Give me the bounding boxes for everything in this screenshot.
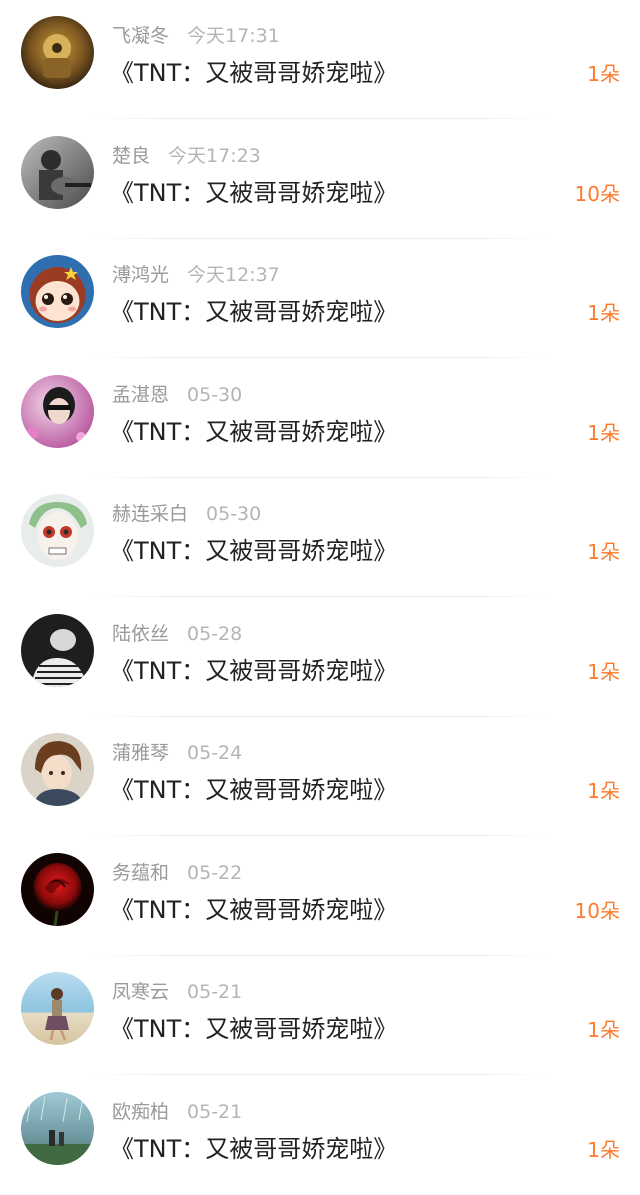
list-item[interactable]: 凤寒云 05-21 《TNT：又被哥哥娇宠啦》 1朵: [0, 956, 640, 1075]
sender-name[interactable]: 务蕴和: [112, 862, 169, 884]
sender-meta: 溥鸿光 今天12:37: [112, 261, 280, 289]
book-title[interactable]: 《TNT：又被哥哥娇宠啦》: [110, 414, 397, 450]
sender-meta: 凤寒云 05-21: [112, 978, 242, 1006]
sender-meta: 孟湛恩 05-30: [112, 381, 242, 409]
sender-name[interactable]: 孟湛恩: [112, 384, 169, 406]
flower-count: 1朵: [587, 62, 620, 86]
sender-name[interactable]: 陆依丝: [112, 623, 169, 645]
list-item[interactable]: 飞凝冬 今天17:31 《TNT：又被哥哥娇宠啦》 1朵: [0, 0, 640, 119]
list-item[interactable]: 楚良 今天17:23 《TNT：又被哥哥娇宠啦》 10朵: [0, 120, 640, 239]
list-item[interactable]: 溥鸿光 今天12:37 《TNT：又被哥哥娇宠啦》 1朵: [0, 239, 640, 358]
list-item[interactable]: 陆依丝 05-28 《TNT：又被哥哥娇宠啦》 1朵: [0, 598, 640, 717]
timestamp: 今天12:37: [187, 264, 280, 286]
girl-on-beach-avatar[interactable]: [21, 972, 94, 1045]
sender-name[interactable]: 蒲雅琴: [112, 742, 169, 764]
sender-meta: 欧痴柏 05-21: [112, 1098, 242, 1126]
list-item[interactable]: 赫连采白 05-30 《TNT：又被哥哥娇宠啦》 1朵: [0, 478, 640, 597]
book-title[interactable]: 《TNT：又被哥哥娇宠啦》: [110, 533, 397, 569]
flower-count: 1朵: [587, 301, 620, 325]
flower-count: 1朵: [587, 659, 620, 684]
book-title[interactable]: 《TNT：又被哥哥娇宠啦》: [110, 1011, 397, 1047]
red-rose-avatar[interactable]: [21, 852, 94, 926]
book-title[interactable]: 《TNT：又被哥哥娇宠啦》: [110, 55, 397, 91]
book-title[interactable]: 《TNT：又被哥哥娇宠啦》: [110, 772, 397, 808]
list-item[interactable]: 务蕴和 05-22 《TNT：又被哥哥娇宠啦》 10朵: [0, 837, 640, 956]
flower-count: 1朵: [587, 540, 620, 564]
sender-meta: 陆依丝 05-28: [112, 620, 242, 648]
book-title[interactable]: 《TNT：又被哥哥娇宠啦》: [110, 175, 397, 211]
flower-count: 1朵: [587, 779, 620, 803]
book-title[interactable]: 《TNT：又被哥哥娇宠啦》: [110, 653, 397, 689]
sender-name[interactable]: 赫连采白: [112, 503, 188, 525]
guitar-player-avatar[interactable]: [21, 135, 94, 209]
flower-count: 1朵: [587, 420, 620, 445]
monochrome-portrait-avatar[interactable]: [21, 613, 94, 687]
timestamp: 05-21: [187, 981, 243, 1003]
book-title[interactable]: 《TNT：又被哥哥娇宠啦》: [110, 294, 397, 330]
timestamp: 今天17:23: [168, 144, 261, 167]
timestamp: 05-22: [187, 861, 243, 884]
sender-name[interactable]: 飞凝冬: [112, 25, 169, 47]
flower-count: 10朵: [574, 898, 620, 923]
timestamp: 05-24: [187, 742, 243, 764]
sender-name[interactable]: 溥鸿光: [112, 264, 169, 286]
list-item[interactable]: 欧痴柏 05-21 《TNT：又被哥哥娇宠啦》 1朵: [0, 1076, 640, 1195]
sender-name[interactable]: 欧痴柏: [112, 1101, 169, 1123]
sender-meta: 务蕴和 05-22: [112, 859, 242, 887]
sender-meta: 楚良 今天17:23: [112, 142, 261, 170]
book-title[interactable]: 《TNT：又被哥哥娇宠啦》: [110, 892, 397, 928]
list-item[interactable]: 孟湛恩 05-30 《TNT：又被哥哥娇宠啦》 1朵: [0, 359, 640, 478]
sender-meta: 飞凝冬 今天17:31: [112, 22, 280, 50]
sender-name[interactable]: 楚良: [112, 145, 150, 167]
timestamp: 05-28: [187, 622, 243, 645]
cartoon-girl-avatar[interactable]: [21, 255, 94, 328]
flower-count: 1朵: [587, 1137, 620, 1162]
timestamp: 05-30: [187, 383, 243, 406]
skull-makeup-face-avatar[interactable]: [21, 494, 94, 567]
armored-character-avatar[interactable]: [21, 16, 94, 89]
sender-name[interactable]: 凤寒云: [112, 981, 169, 1003]
timestamp: 今天17:31: [187, 25, 280, 47]
anime-man-avatar[interactable]: [21, 733, 94, 806]
book-title[interactable]: 《TNT：又被哥哥娇宠啦》: [110, 1131, 397, 1167]
timestamp: 05-30: [206, 503, 262, 525]
flower-count: 1朵: [587, 1018, 620, 1042]
rainy-landscape-avatar[interactable]: [21, 1091, 94, 1165]
timestamp: 05-21: [187, 1100, 243, 1123]
person-pink-flowers-avatar[interactable]: [21, 374, 94, 448]
sender-meta: 赫连采白 05-30: [112, 500, 261, 528]
list-item[interactable]: 蒲雅琴 05-24 《TNT：又被哥哥娇宠啦》 1朵: [0, 717, 640, 836]
flower-count: 10朵: [574, 181, 620, 206]
sender-meta: 蒲雅琴 05-24: [112, 739, 242, 767]
